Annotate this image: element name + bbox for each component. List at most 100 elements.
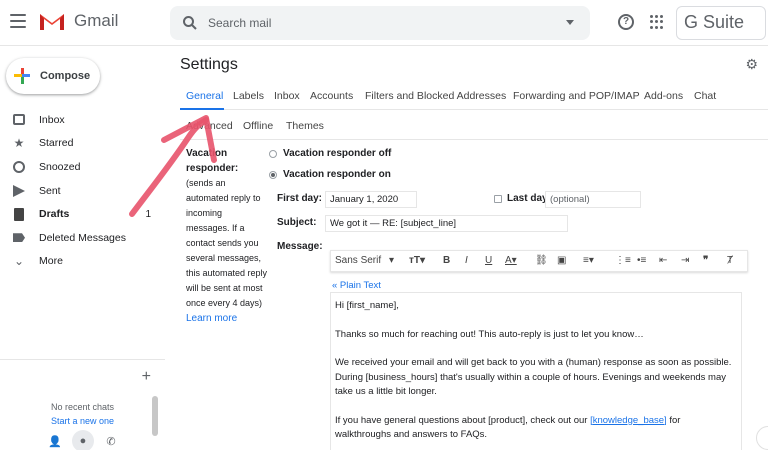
- message-line: Hi [first_name],: [335, 300, 399, 311]
- gear-icon[interactable]: ⚙: [745, 56, 758, 73]
- sidebar-item-starred[interactable]: ★ Starred: [0, 132, 165, 156]
- font-family-select[interactable]: Sans Serif: [335, 255, 381, 266]
- vacation-on-radio[interactable]: [269, 171, 277, 179]
- tab-chat[interactable]: Chat: [694, 90, 716, 102]
- page-title: Settings: [180, 56, 238, 73]
- font-size-icon[interactable]: тT▾: [409, 255, 425, 266]
- top-bar: Gmail Search mail ? G Suite: [0, 0, 768, 46]
- clear-formatting-icon[interactable]: Ⱦ: [727, 255, 733, 266]
- first-day-label: First day:: [277, 193, 323, 204]
- sidebar-item-label: Sent: [39, 184, 61, 197]
- tab-forwarding[interactable]: Forwarding and POP/IMAP: [513, 90, 640, 102]
- align-icon[interactable]: ≡▾: [583, 255, 594, 266]
- sidebar-item-label: Drafts: [39, 208, 70, 221]
- tab-themes[interactable]: Themes: [286, 120, 324, 132]
- sidebar-item-deleted-messages[interactable]: Deleted Messages: [0, 226, 165, 250]
- plain-text-link[interactable]: « Plain Text: [332, 280, 381, 291]
- hangouts-icon[interactable]: ●: [72, 430, 94, 450]
- search-input[interactable]: Search mail: [208, 16, 271, 30]
- sidebar-item-inbox[interactable]: Inbox: [0, 108, 165, 132]
- bulleted-list-icon[interactable]: •≡: [637, 255, 646, 266]
- compose-plus-icon: [14, 68, 30, 84]
- quote-icon[interactable]: ❞: [703, 255, 708, 266]
- hangouts-panel: + No recent chats Start a new one 👤 ● ✆: [0, 359, 165, 450]
- new-chat-plus-icon[interactable]: +: [142, 368, 151, 386]
- indent-more-icon[interactable]: ⇥: [681, 255, 689, 266]
- tab-labels[interactable]: Labels: [233, 90, 264, 102]
- link-icon[interactable]: ⛓: [535, 255, 548, 266]
- drafts-count: 1: [145, 208, 151, 220]
- tab-general[interactable]: General: [186, 90, 223, 102]
- vacation-on-label[interactable]: Vacation responder on: [283, 169, 391, 180]
- star-icon: ★: [13, 136, 25, 151]
- send-icon: [12, 184, 26, 198]
- last-day-checkbox[interactable]: [494, 195, 502, 203]
- contacts-person-icon[interactable]: 👤: [48, 434, 62, 448]
- search-options-chevron-icon[interactable]: [566, 20, 574, 25]
- gsuite-logo[interactable]: G Suite: [676, 6, 766, 40]
- underline-icon[interactable]: U: [485, 255, 492, 266]
- sidebar-item-label: More: [39, 255, 63, 268]
- gmail-logo-text: Gmail: [74, 11, 119, 30]
- vacation-help-text: (sends an automated reply to incoming me…: [186, 178, 268, 308]
- chevron-down-icon: ⌄: [13, 254, 25, 269]
- sidebar-item-sent[interactable]: Sent: [0, 179, 165, 203]
- image-icon[interactable]: ▣: [557, 255, 566, 266]
- vacation-heading: Vacation responder:: [186, 148, 239, 174]
- inbox-icon: [12, 113, 26, 127]
- main-menu-icon[interactable]: [10, 14, 26, 28]
- faq-text-before: If you have general questions about [pro…: [335, 414, 591, 426]
- indent-less-icon[interactable]: ⇤: [659, 255, 667, 266]
- tab-filters[interactable]: Filters and Blocked Addresses: [365, 90, 506, 102]
- help-icon[interactable]: ?: [618, 14, 634, 30]
- subject-input[interactable]: We got it — RE: [subject_line]: [325, 215, 568, 232]
- search-bar[interactable]: Search mail: [170, 6, 590, 40]
- last-day-input[interactable]: (optional): [545, 191, 641, 208]
- start-new-chat-link[interactable]: Start a new one: [0, 416, 165, 426]
- text-color-icon[interactable]: A▾: [505, 255, 517, 266]
- sidebar-nav: Inbox ★ Starred Snoozed Sent Drafts 1 De…: [0, 108, 165, 273]
- message-label: Message:: [277, 241, 323, 252]
- sidebar: Compose Inbox ★ Starred Snoozed Sent Dra…: [0, 46, 165, 450]
- tab-offline[interactable]: Offline: [243, 120, 273, 132]
- message-line: We received your email and will get back…: [335, 357, 732, 397]
- message-line-faq: If you have general questions about [pro…: [335, 414, 737, 443]
- tab-addons[interactable]: Add-ons: [644, 90, 683, 102]
- message-editor[interactable]: Hi [first_name], Thanks so much for reac…: [330, 292, 742, 450]
- sidebar-item-label: Inbox: [39, 113, 65, 126]
- numbered-list-icon[interactable]: ⋮≡: [615, 255, 631, 266]
- phone-icon[interactable]: ✆: [104, 434, 118, 448]
- bold-icon[interactable]: B: [443, 255, 450, 266]
- vacation-off-radio[interactable]: [269, 150, 277, 158]
- italic-icon[interactable]: I: [465, 255, 468, 266]
- clock-icon: [12, 160, 26, 174]
- label-icon: [12, 231, 26, 245]
- sidebar-item-label: Deleted Messages: [39, 231, 126, 244]
- settings-main: Settings ⚙ General Labels Inbox Accounts…: [165, 46, 768, 450]
- tab-accounts[interactable]: Accounts: [310, 90, 353, 102]
- gmail-m-icon: [40, 14, 64, 30]
- message-line: Thanks so much for reaching out! This au…: [335, 328, 644, 340]
- tab-advanced[interactable]: Advanced: [186, 120, 233, 132]
- subject-label: Subject:: [277, 217, 317, 228]
- vacation-description: Vacation responder: (sends an automated …: [186, 146, 268, 326]
- tab-inbox[interactable]: Inbox: [274, 90, 300, 102]
- gmail-logo[interactable]: Gmail: [38, 10, 118, 32]
- learn-more-link[interactable]: Learn more: [186, 311, 268, 326]
- apps-grid-icon[interactable]: [650, 15, 664, 29]
- first-day-input[interactable]: January 1, 2020: [325, 191, 417, 208]
- sidebar-item-more[interactable]: ⌄ More: [0, 250, 165, 274]
- sidebar-item-drafts[interactable]: Drafts 1: [0, 202, 165, 226]
- font-family-chevron-icon[interactable]: ▾: [389, 255, 394, 266]
- active-tab-indicator: [180, 108, 224, 110]
- compose-button[interactable]: Compose: [6, 58, 100, 94]
- knowledge-base-link[interactable]: [knowledge_base]: [590, 415, 667, 426]
- chat-scrollbar[interactable]: [152, 396, 158, 436]
- compose-label: Compose: [40, 70, 91, 82]
- search-icon[interactable]: [182, 15, 198, 31]
- no-chats-text: No recent chats: [50, 402, 115, 412]
- sidebar-item-label: Snoozed: [39, 160, 81, 173]
- settings-tabs-row2: Advanced Offline Themes: [180, 116, 768, 140]
- vacation-off-label[interactable]: Vacation responder off: [283, 148, 391, 159]
- sidebar-item-snoozed[interactable]: Snoozed: [0, 155, 165, 179]
